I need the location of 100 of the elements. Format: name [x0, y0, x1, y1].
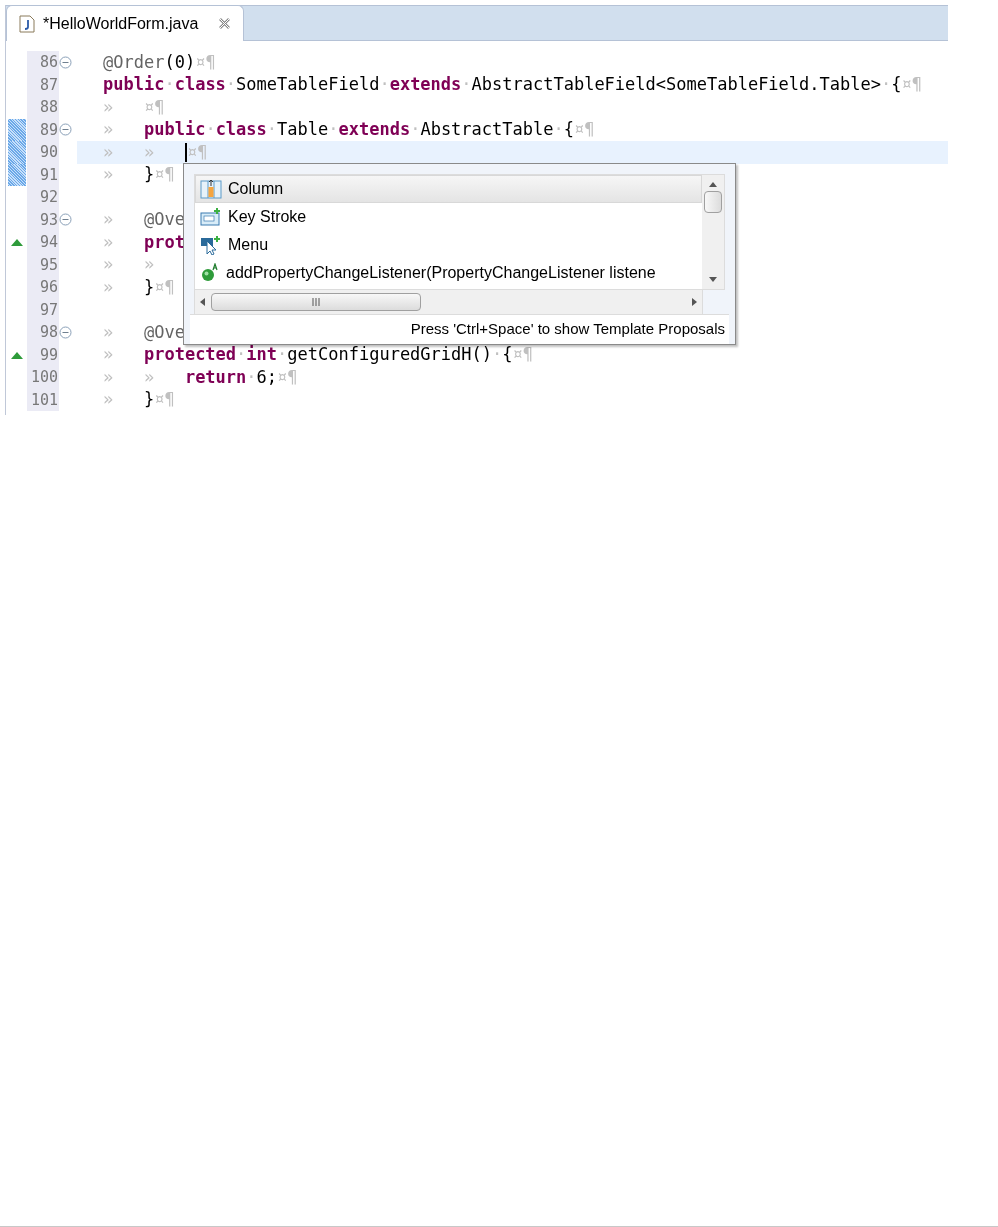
line-number: 100 [30, 367, 58, 388]
scroll-down-icon[interactable] [708, 277, 718, 283]
code-keyword: prot [143, 233, 185, 251]
code-text: AbstractTableField<SomeTableField.Table> [471, 76, 881, 94]
code-text: Table [277, 121, 329, 139]
code-text: } [143, 391, 155, 409]
whitespace-marker: » » [103, 256, 155, 274]
whitespace-marker: · [246, 368, 257, 386]
whitespace-marker: » » [103, 368, 156, 386]
method-icon [200, 263, 220, 283]
line-number: 99 [39, 344, 58, 366]
code-text: } [143, 166, 155, 184]
scroll-up-icon[interactable] [708, 181, 718, 187]
whitespace-marker: ¤¶ [195, 53, 216, 71]
whitespace-marker: » [103, 233, 115, 251]
horizontal-scrollbar[interactable] [194, 290, 703, 314]
proposal-item[interactable]: addPropertyChangeListener(PropertyChangeListener listene [195, 259, 702, 287]
proposal-item[interactable]: Menu [195, 231, 702, 259]
whitespace-marker: » ¤¶ [103, 98, 165, 116]
whitespace-marker: · [461, 76, 472, 94]
whitespace-marker: ¤¶ [154, 166, 175, 184]
whitespace-marker: · [236, 346, 247, 364]
code-annotation: @Order [103, 53, 165, 71]
whitespace-marker: ¤¶ [512, 346, 533, 364]
code-keyword: public [143, 121, 206, 139]
whitespace-marker: · [880, 76, 892, 94]
tab-title: *HelloWorldForm.java [43, 13, 199, 34]
proposal-item[interactable]: Column [195, 175, 702, 203]
grip-icon [311, 298, 321, 306]
whitespace-marker: · [164, 76, 175, 94]
scroll-right-icon[interactable] [692, 297, 698, 307]
whitespace-marker: · [266, 121, 278, 139]
whitespace-marker: · [225, 76, 237, 94]
code-text: (0) [164, 53, 196, 71]
code-text: 6; [256, 368, 278, 386]
whitespace-marker: » [103, 391, 115, 409]
code-keyword: extends [389, 76, 462, 94]
table-column-icon [200, 179, 222, 199]
code-text: SomeTableField [236, 76, 380, 94]
whitespace-marker: » [103, 278, 115, 296]
whitespace-marker: · [328, 121, 339, 139]
line-number: 86 [39, 52, 58, 73]
code-text: getConfiguredGridH() [287, 346, 492, 364]
code-keyword: int [246, 346, 278, 364]
vertical-scrollbar[interactable] [702, 175, 724, 289]
whitespace-marker: » [103, 323, 115, 341]
status-message: Press 'Ctrl+Space' to show Template Proposals [410, 319, 725, 340]
whitespace-marker: ¤¶ [154, 278, 175, 296]
menu-pointer-icon [200, 235, 222, 255]
whitespace-marker: ¤¶ [277, 368, 298, 386]
code-text: } [143, 278, 155, 296]
code-keyword: protected [143, 346, 237, 364]
line-number: 94 [39, 232, 58, 253]
line-number: 101 [30, 389, 58, 411]
code-annotation: @Ove [143, 323, 185, 341]
line-number: 90 [39, 142, 58, 163]
code-text: { [502, 346, 513, 364]
close-icon[interactable] [218, 17, 232, 30]
whitespace-marker: · [410, 121, 421, 139]
whitespace-marker: » [103, 346, 115, 364]
whitespace-marker: ¤¶ [186, 143, 208, 161]
whitespace-marker: ¤¶ [573, 121, 595, 139]
line-number: 95 [39, 254, 58, 276]
collapse-icon[interactable] [59, 123, 72, 137]
proposal-item[interactable]: Key Stroke [195, 203, 702, 231]
line-number: 88 [39, 97, 58, 118]
code-text: AbstractTable [420, 121, 554, 139]
collapse-icon[interactable] [59, 325, 72, 339]
line-number: 98 [39, 322, 58, 343]
code-keyword: class [174, 76, 226, 94]
whitespace-marker: » [103, 121, 115, 139]
line-number: 97 [39, 299, 58, 321]
whitespace-marker: · [553, 121, 564, 139]
editor-tab[interactable]: *HelloWorldForm.java [6, 5, 245, 41]
code-keyword: public [103, 76, 165, 94]
code-annotation: @Ove [143, 211, 185, 229]
code-text: { [563, 121, 574, 139]
code-keyword: return [184, 368, 247, 386]
line-number: 91 [39, 164, 58, 186]
scroll-thumb[interactable] [211, 293, 421, 311]
line-number: 92 [39, 187, 58, 208]
line-number: 87 [39, 74, 58, 96]
line-number: 93 [39, 209, 58, 231]
text-cursor [184, 142, 187, 162]
scroll-thumb[interactable] [704, 191, 722, 213]
line-number: 96 [39, 277, 58, 298]
whitespace-marker: ¤¶ [901, 76, 922, 94]
collapse-icon[interactable] [59, 213, 72, 227]
whitespace-marker: · [492, 346, 503, 364]
java-file-icon [19, 14, 35, 33]
code-keyword: extends [338, 121, 411, 139]
whitespace-marker: · [205, 121, 216, 139]
collapse-icon[interactable] [59, 55, 72, 69]
scroll-left-icon[interactable] [199, 297, 205, 307]
line-number: 89 [39, 119, 58, 141]
keyboard-key-icon [200, 207, 222, 227]
whitespace-marker: ¤¶ [154, 391, 175, 409]
code-keyword: class [215, 121, 267, 139]
whitespace-marker: » [103, 166, 115, 184]
code-text: { [891, 76, 902, 94]
